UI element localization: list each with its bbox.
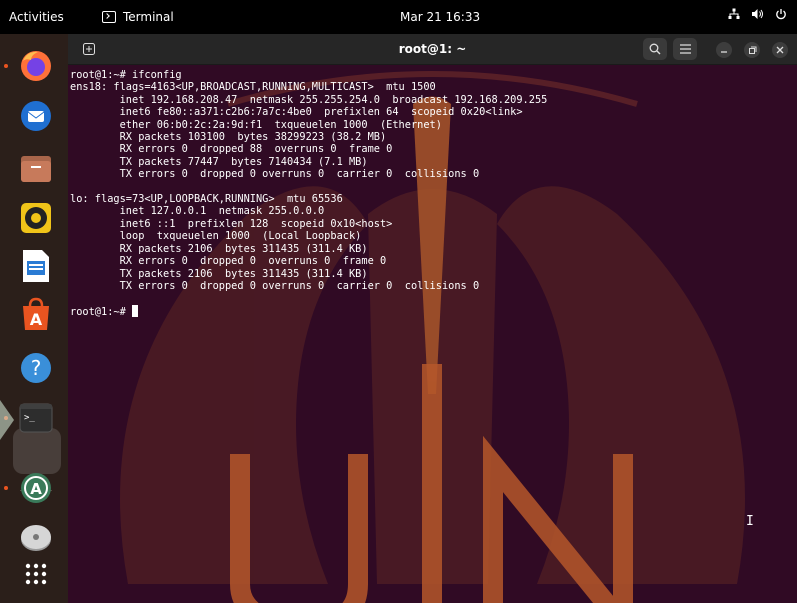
terminal-line: TX errors 0 dropped 0 overruns 0 carrier… [70,168,480,181]
svg-text:A: A [30,480,42,498]
search-button[interactable] [643,38,667,60]
terminal-line: ether 06:b0:2c:2a:9d:f1 txqueuelen 1000 … [70,118,442,131]
app-grid-icon[interactable] [18,556,54,592]
ubuntu-software-icon[interactable]: A [18,296,54,332]
terminal-line: root@1:~# [70,305,132,318]
terminal-line: inet 192.168.208.47 netmask 255.255.254.… [70,93,548,106]
search-icon [649,43,661,55]
terminal-line: RX errors 0 dropped 0 overruns 0 frame 0 [70,255,387,268]
clock[interactable]: Mar 21 16:33 [400,10,480,24]
text-cursor [132,304,138,317]
activities-button[interactable]: Activities [9,10,64,24]
terminal-icon[interactable]: >_ [18,400,54,436]
top-bar: Activities Terminal Mar 21 16:33 [0,0,797,34]
terminal-line: RX packets 103100 bytes 38299223 (38.2 M… [70,131,387,144]
terminal-line: inet6 ::1 prefixlen 128 scopeid 0x10<hos… [70,217,393,230]
volume-icon [751,8,764,23]
running-indicator [4,64,8,68]
optical-drive-icon[interactable] [18,518,54,554]
rhythmbox-icon[interactable] [18,200,54,236]
network-icon [728,8,740,23]
terminal-line: RX packets 2106 bytes 311435 (311.4 KB) [70,242,368,255]
svg-text:>_: >_ [24,413,35,423]
hamburger-icon [679,44,691,54]
terminal-line: loop txqueuelen 1000 (Local Loopback) [70,230,362,243]
terminal-line: ens18: flags=4163<UP,BROADCAST,RUNNING,M… [70,81,436,94]
svg-text:A: A [30,310,43,329]
terminal-output[interactable]: root@1:~# ifconfig ens18: flags=4163<UP,… [70,69,547,318]
files-icon[interactable] [18,150,54,186]
hamburger-menu-button[interactable] [673,38,697,60]
terminal-line: root@1:~# ifconfig [70,69,182,81]
terminal-window[interactable]: root@1: ~ root@1:~# ifconfig ens18: flag… [68,34,797,603]
mouse-ibeam-cursor: I [746,514,754,529]
app-menu[interactable]: Terminal [102,10,174,24]
svg-text:?: ? [31,356,42,380]
terminal-line: RX errors 0 dropped 88 overruns 0 frame … [70,143,393,156]
software-updater-icon[interactable]: A [18,470,54,506]
minimize-icon [721,51,727,53]
terminal-icon [102,11,116,23]
terminal-line: TX errors 0 dropped 0 overruns 0 carrier… [70,279,480,292]
minimize-button[interactable] [716,42,732,58]
app-menu-label: Terminal [123,10,174,24]
restore-icon [748,46,756,54]
terminal-line: TX packets 2106 bytes 311435 (311.4 KB) [70,267,368,280]
left-edge-decoration [0,400,14,440]
close-icon [776,46,784,54]
terminal-line: lo: flags=73<UP,LOOPBACK,RUNNING> mtu 65… [70,193,343,206]
thunderbird-icon[interactable] [18,98,54,134]
help-icon[interactable]: ? [18,350,54,386]
terminal-line: inet 127.0.0.1 netmask 255.0.0.0 [70,205,325,218]
firefox-icon[interactable] [18,48,54,84]
maximize-button[interactable] [744,42,760,58]
terminal-line: inet6 fe80::a371:c2b6:7a7c:4be0 prefixle… [70,106,523,119]
terminal-headerbar: root@1: ~ [68,34,797,65]
power-icon [775,8,787,23]
system-tray[interactable] [728,8,787,23]
close-button[interactable] [772,42,788,58]
libreoffice-writer-icon[interactable] [18,248,54,284]
terminal-line: TX packets 77447 bytes 7140434 (7.1 MB) [70,155,368,168]
